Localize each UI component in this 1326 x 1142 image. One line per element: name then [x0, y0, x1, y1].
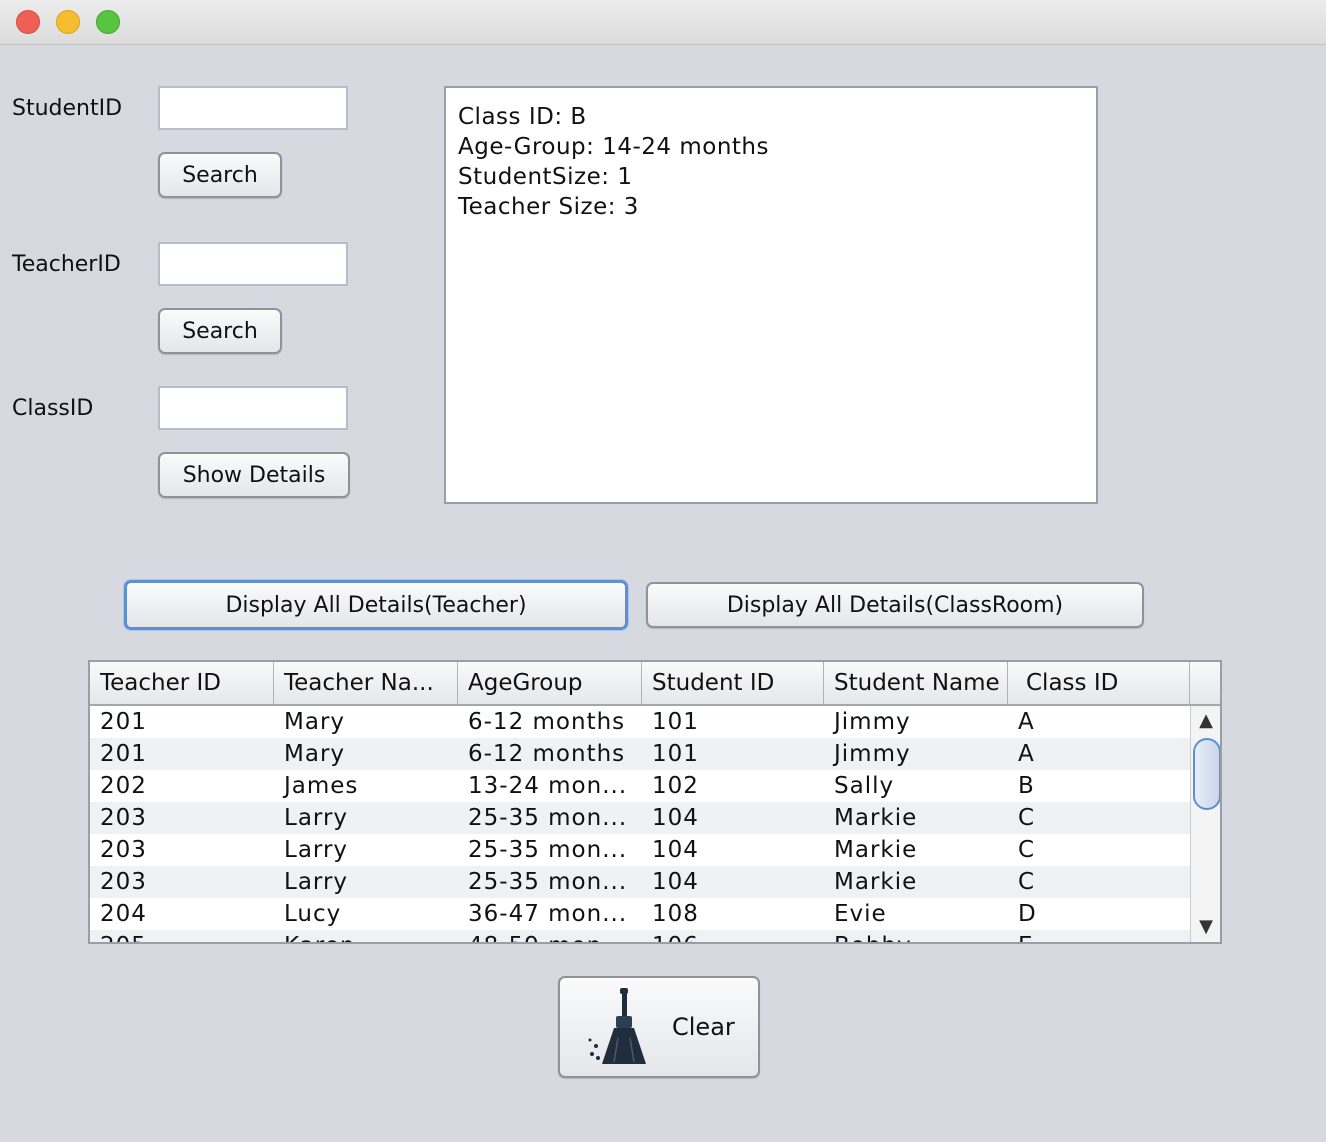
table-cell: D [1018, 901, 1037, 927]
table-cell: 106 [642, 930, 824, 942]
teacher-id-field[interactable] [158, 242, 348, 286]
scroll-up-arrow-icon[interactable]: ▲ [1191, 706, 1220, 736]
table-cell: Larry [284, 837, 349, 863]
table-cell: 25-35 mon... [468, 837, 628, 863]
student-id-label: StudentID [12, 96, 123, 121]
column-header-student-id[interactable]: Student ID [642, 662, 824, 704]
maximize-window-icon[interactable] [96, 10, 120, 34]
table-cell: 102 [652, 773, 699, 799]
teacher-id-label: TeacherID [12, 252, 121, 277]
table-row[interactable]: 203 Larry 25-35 mon... 104 Markie C [90, 802, 1190, 834]
table-cell: C [1018, 837, 1036, 863]
table-body: 201 Mary 6-12 months 101 Jimmy A 201 Mar… [90, 706, 1190, 942]
scrollbar-thumb[interactable] [1193, 738, 1220, 810]
table-cell: 101 [652, 741, 699, 767]
display-all-classroom-button[interactable]: Display All Details(ClassRoom) [646, 582, 1144, 628]
search-student-button[interactable]: Search [158, 152, 282, 198]
table-cell: 203 [100, 837, 147, 863]
search-teacher-button[interactable]: Search [158, 308, 282, 354]
table-row[interactable]: 201 Mary 6-12 months 101 Jimmy A [90, 738, 1190, 770]
table-row[interactable]: 203 Larry 25-35 mon... 104 Markie C [90, 866, 1190, 898]
table-row[interactable]: 203 Larry 25-35 mon... 104 Markie C [90, 834, 1190, 866]
table-cell: A [1018, 709, 1035, 735]
table-cell: Markie [834, 837, 918, 863]
table-cell: Lucy [284, 901, 342, 927]
table-cell: Jimmy [834, 709, 911, 735]
table-cell: 108 [652, 901, 699, 927]
details-table[interactable]: Teacher ID Teacher Na... AgeGroup Studen… [88, 660, 1222, 944]
table-row[interactable]: 202 James 13-24 mon... 102 Sally B [90, 770, 1190, 802]
table-cell: 205 [90, 930, 274, 942]
details-line: StudentSize: 1 [458, 164, 633, 190]
table-cell: Larry [284, 869, 349, 895]
table-cell: 101 [652, 709, 699, 735]
display-all-teacher-button[interactable]: Display All Details(Teacher) [124, 580, 628, 630]
details-line: Class ID: B [458, 104, 587, 130]
table-cell: 104 [652, 805, 699, 831]
table-cell: Mary [284, 741, 346, 767]
table-cell: Jimmy [834, 741, 911, 767]
clear-button[interactable]: Clear [558, 976, 760, 1078]
table-cell: C [1018, 805, 1036, 831]
table-cell: 201 [100, 741, 147, 767]
close-window-icon[interactable] [16, 10, 40, 34]
table-cell: A [1018, 741, 1035, 767]
column-header-age-group[interactable]: AgeGroup [458, 662, 642, 704]
table-cell: C [1018, 869, 1036, 895]
table-vertical-scrollbar[interactable]: ▲ ▼ [1190, 706, 1220, 942]
details-line: Age-Group: 14-24 months [458, 134, 769, 160]
class-id-label: ClassID [12, 396, 94, 421]
show-details-button[interactable]: Show Details [158, 452, 350, 498]
minimize-window-icon[interactable] [56, 10, 80, 34]
column-header-student-name[interactable]: Student Name [824, 662, 1008, 704]
table-cell: Karen [274, 930, 458, 942]
table-cell: Evie [834, 901, 887, 927]
column-header-class-id[interactable]: Class ID [1008, 662, 1190, 704]
table-cell: 203 [100, 805, 147, 831]
clear-button-label: Clear [672, 1013, 735, 1041]
table-cell: 25-35 mon... [468, 869, 628, 895]
details-text-area[interactable]: Class ID: B Age-Group: 14-24 months Stud… [444, 86, 1098, 504]
table-row[interactable]: 205 Karen 48-59 mon... 106 Bobby E [90, 930, 1190, 942]
table-header: Teacher ID Teacher Na... AgeGroup Studen… [90, 662, 1220, 706]
column-header-teacher-name[interactable]: Teacher Na... [274, 662, 458, 704]
class-id-field[interactable] [158, 386, 348, 430]
window-titlebar [0, 0, 1326, 45]
table-cell: James [284, 773, 359, 799]
table-cell: Sally [834, 773, 895, 799]
table-cell: 36-47 mon... [468, 901, 628, 927]
table-cell: 104 [652, 837, 699, 863]
table-cell: 201 [100, 709, 147, 735]
table-cell: Bobby [824, 930, 1008, 942]
table-cell: Mary [284, 709, 346, 735]
table-cell: 202 [100, 773, 147, 799]
table-cell: 6-12 months [468, 741, 626, 767]
table-cell: Larry [284, 805, 349, 831]
table-row[interactable]: 201 Mary 6-12 months 101 Jimmy A [90, 706, 1190, 738]
table-row[interactable]: 204 Lucy 36-47 mon... 108 Evie D [90, 898, 1190, 930]
table-cell: Markie [834, 869, 918, 895]
table-cell: 204 [100, 901, 147, 927]
column-header-teacher-id[interactable]: Teacher ID [90, 662, 274, 704]
details-line: Teacher Size: 3 [458, 194, 639, 220]
broom-icon [588, 988, 646, 1064]
column-header-corner [1190, 662, 1220, 704]
table-cell: 6-12 months [468, 709, 626, 735]
table-cell: 48-59 mon... [458, 930, 642, 942]
table-cell: 104 [652, 869, 699, 895]
table-cell: 25-35 mon... [468, 805, 628, 831]
table-cell: B [1018, 773, 1035, 799]
table-cell: E [1008, 930, 1190, 942]
table-cell: 203 [100, 869, 147, 895]
table-cell: 13-24 mon... [468, 773, 628, 799]
student-id-field[interactable] [158, 86, 348, 130]
table-cell: Markie [834, 805, 918, 831]
scroll-down-arrow-icon[interactable]: ▼ [1191, 912, 1220, 942]
